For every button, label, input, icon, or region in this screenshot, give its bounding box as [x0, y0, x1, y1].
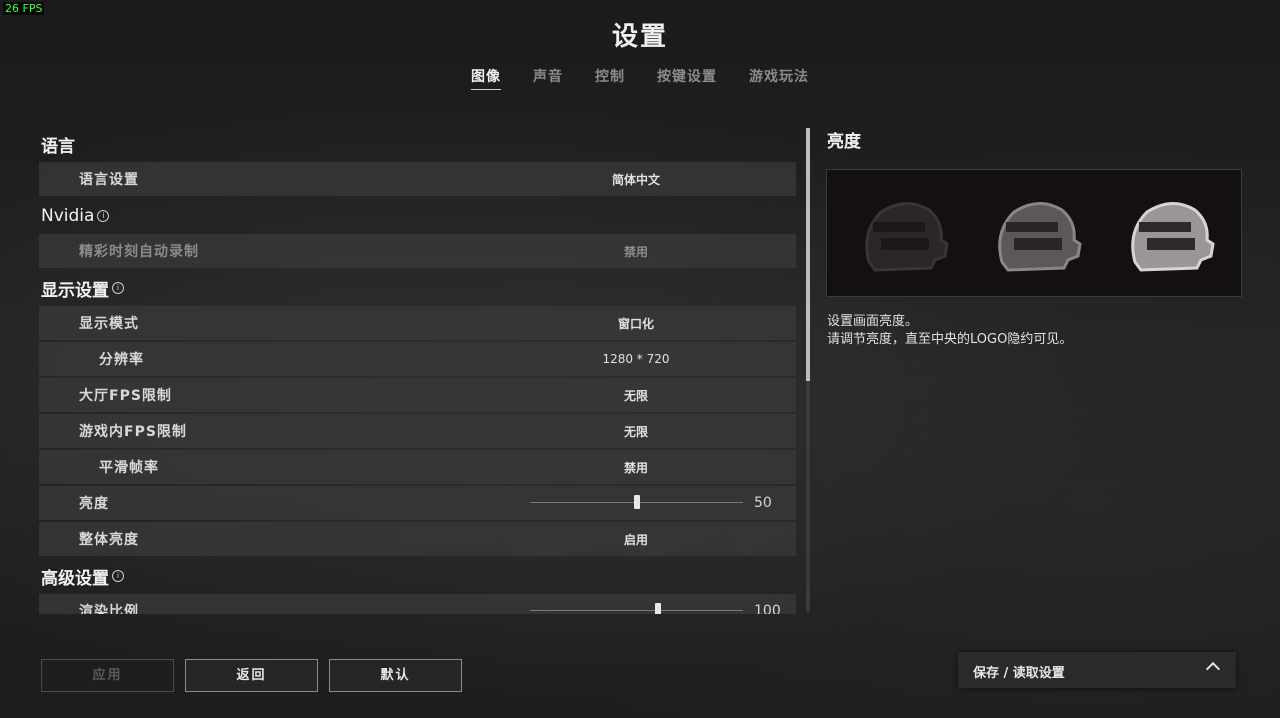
preview-description: 设置画面亮度。 请调节亮度，直至中央的LOGO隐约可见。	[827, 313, 1072, 349]
default-button[interactable]: 默认	[329, 659, 462, 692]
slider-thumb[interactable]	[633, 495, 640, 509]
section-label: Nvidia	[41, 206, 95, 226]
scrollbar-thumb[interactable]	[806, 128, 810, 381]
description-line: 请调节亮度，直至中央的LOGO隐约可见。	[827, 332, 1073, 347]
preview-title: 亮度	[827, 132, 861, 152]
slider-value: 100	[754, 603, 781, 614]
setting-value-dropdown[interactable]: 1280 * 720	[536, 352, 736, 366]
setting-label: 渲染比例	[79, 604, 139, 614]
setting-label: 平滑帧率	[99, 460, 159, 476]
description-line: 设置画面亮度。	[827, 314, 919, 329]
setting-row-smooth-framerate[interactable]: 平滑帧率 禁用	[39, 450, 796, 484]
section-label: 语言	[41, 136, 75, 157]
brightness-slider[interactable]	[530, 495, 743, 511]
tab-gameplay[interactable]: 游戏玩法	[749, 66, 809, 90]
setting-value-dropdown[interactable]: 窗口化	[536, 315, 736, 332]
brightness-preview	[826, 169, 1242, 297]
tab-bar: 图像 声音 控制 按键设置 游戏玩法	[0, 66, 1280, 90]
setting-row-overall-brightness[interactable]: 整体亮度 启用	[39, 522, 796, 556]
slider-thumb[interactable]	[654, 603, 661, 614]
setting-label: 整体亮度	[79, 532, 139, 548]
save-load-label: 保存 / 读取设置	[973, 666, 1065, 681]
setting-value-dropdown: 禁用	[623, 244, 648, 259]
slider-value: 50	[754, 495, 772, 511]
tab-keybindings[interactable]: 按键设置	[657, 66, 717, 90]
section-title-advanced: 高级设置 i	[39, 558, 796, 594]
slider-track	[530, 610, 743, 611]
save-load-settings-button[interactable]: 保存 / 读取设置	[958, 652, 1236, 688]
settings-scrollbar[interactable]	[806, 128, 810, 612]
helmet-logo-icon	[998, 202, 1082, 272]
setting-row-highlights: 精彩时刻自动录制 禁用	[39, 234, 796, 268]
tab-controls[interactable]: 控制	[595, 66, 625, 90]
render-scale-slider[interactable]	[530, 603, 743, 614]
tab-sound[interactable]: 声音	[533, 66, 563, 90]
section-label: 高级设置	[41, 568, 109, 589]
setting-value-dropdown[interactable]: 简体中文	[536, 171, 736, 188]
setting-value-dropdown[interactable]: 无限	[536, 387, 736, 404]
setting-row-ingame-fps[interactable]: 游戏内FPS限制 无限	[39, 414, 796, 448]
section-title-display: 显示设置 i	[39, 270, 796, 306]
info-icon[interactable]: i	[112, 282, 124, 294]
helmet-logo-icon	[865, 202, 949, 272]
section-title-nvidia: Nvidia i	[39, 198, 796, 234]
info-icon[interactable]: i	[97, 210, 110, 222]
chevron-up-icon	[1205, 661, 1221, 677]
setting-label: 显示模式	[79, 316, 139, 332]
setting-label: 精彩时刻自动录制	[79, 244, 199, 260]
back-button[interactable]: 返回	[185, 659, 318, 692]
setting-value-dropdown[interactable]: 禁用	[536, 459, 736, 476]
helmet-logo-icon	[1131, 202, 1215, 272]
setting-label: 分辨率	[99, 352, 144, 368]
setting-value-dropdown[interactable]: 无限	[536, 423, 736, 440]
setting-row-lobby-fps[interactable]: 大厅FPS限制 无限	[39, 378, 796, 412]
setting-row-render-scale[interactable]: 渲染比例 100	[39, 594, 796, 614]
setting-label: 游戏内FPS限制	[79, 424, 187, 440]
setting-row-resolution[interactable]: 分辨率 1280 * 720	[39, 342, 796, 376]
page-title: 设置	[611, 22, 668, 52]
setting-row-language[interactable]: 语言设置 简体中文	[39, 162, 796, 196]
section-title-language: 语言	[39, 126, 796, 162]
apply-button: 应用	[41, 659, 174, 692]
fps-counter: 26 FPS	[3, 2, 45, 15]
setting-value-dropdown[interactable]: 启用	[536, 531, 736, 548]
tab-graphics[interactable]: 图像	[471, 66, 501, 90]
settings-list[interactable]: 语言 语言设置 简体中文 Nvidia i 精彩时刻自动录制 禁用 显示设置 i…	[39, 126, 796, 614]
info-icon[interactable]: i	[112, 570, 124, 582]
setting-label: 亮度	[79, 496, 109, 512]
setting-label: 大厅FPS限制	[79, 388, 172, 404]
setting-row-display-mode[interactable]: 显示模式 窗口化	[39, 306, 796, 340]
setting-row-brightness[interactable]: 亮度 50	[39, 486, 796, 520]
setting-label: 语言设置	[79, 172, 139, 188]
section-label: 显示设置	[41, 280, 109, 301]
